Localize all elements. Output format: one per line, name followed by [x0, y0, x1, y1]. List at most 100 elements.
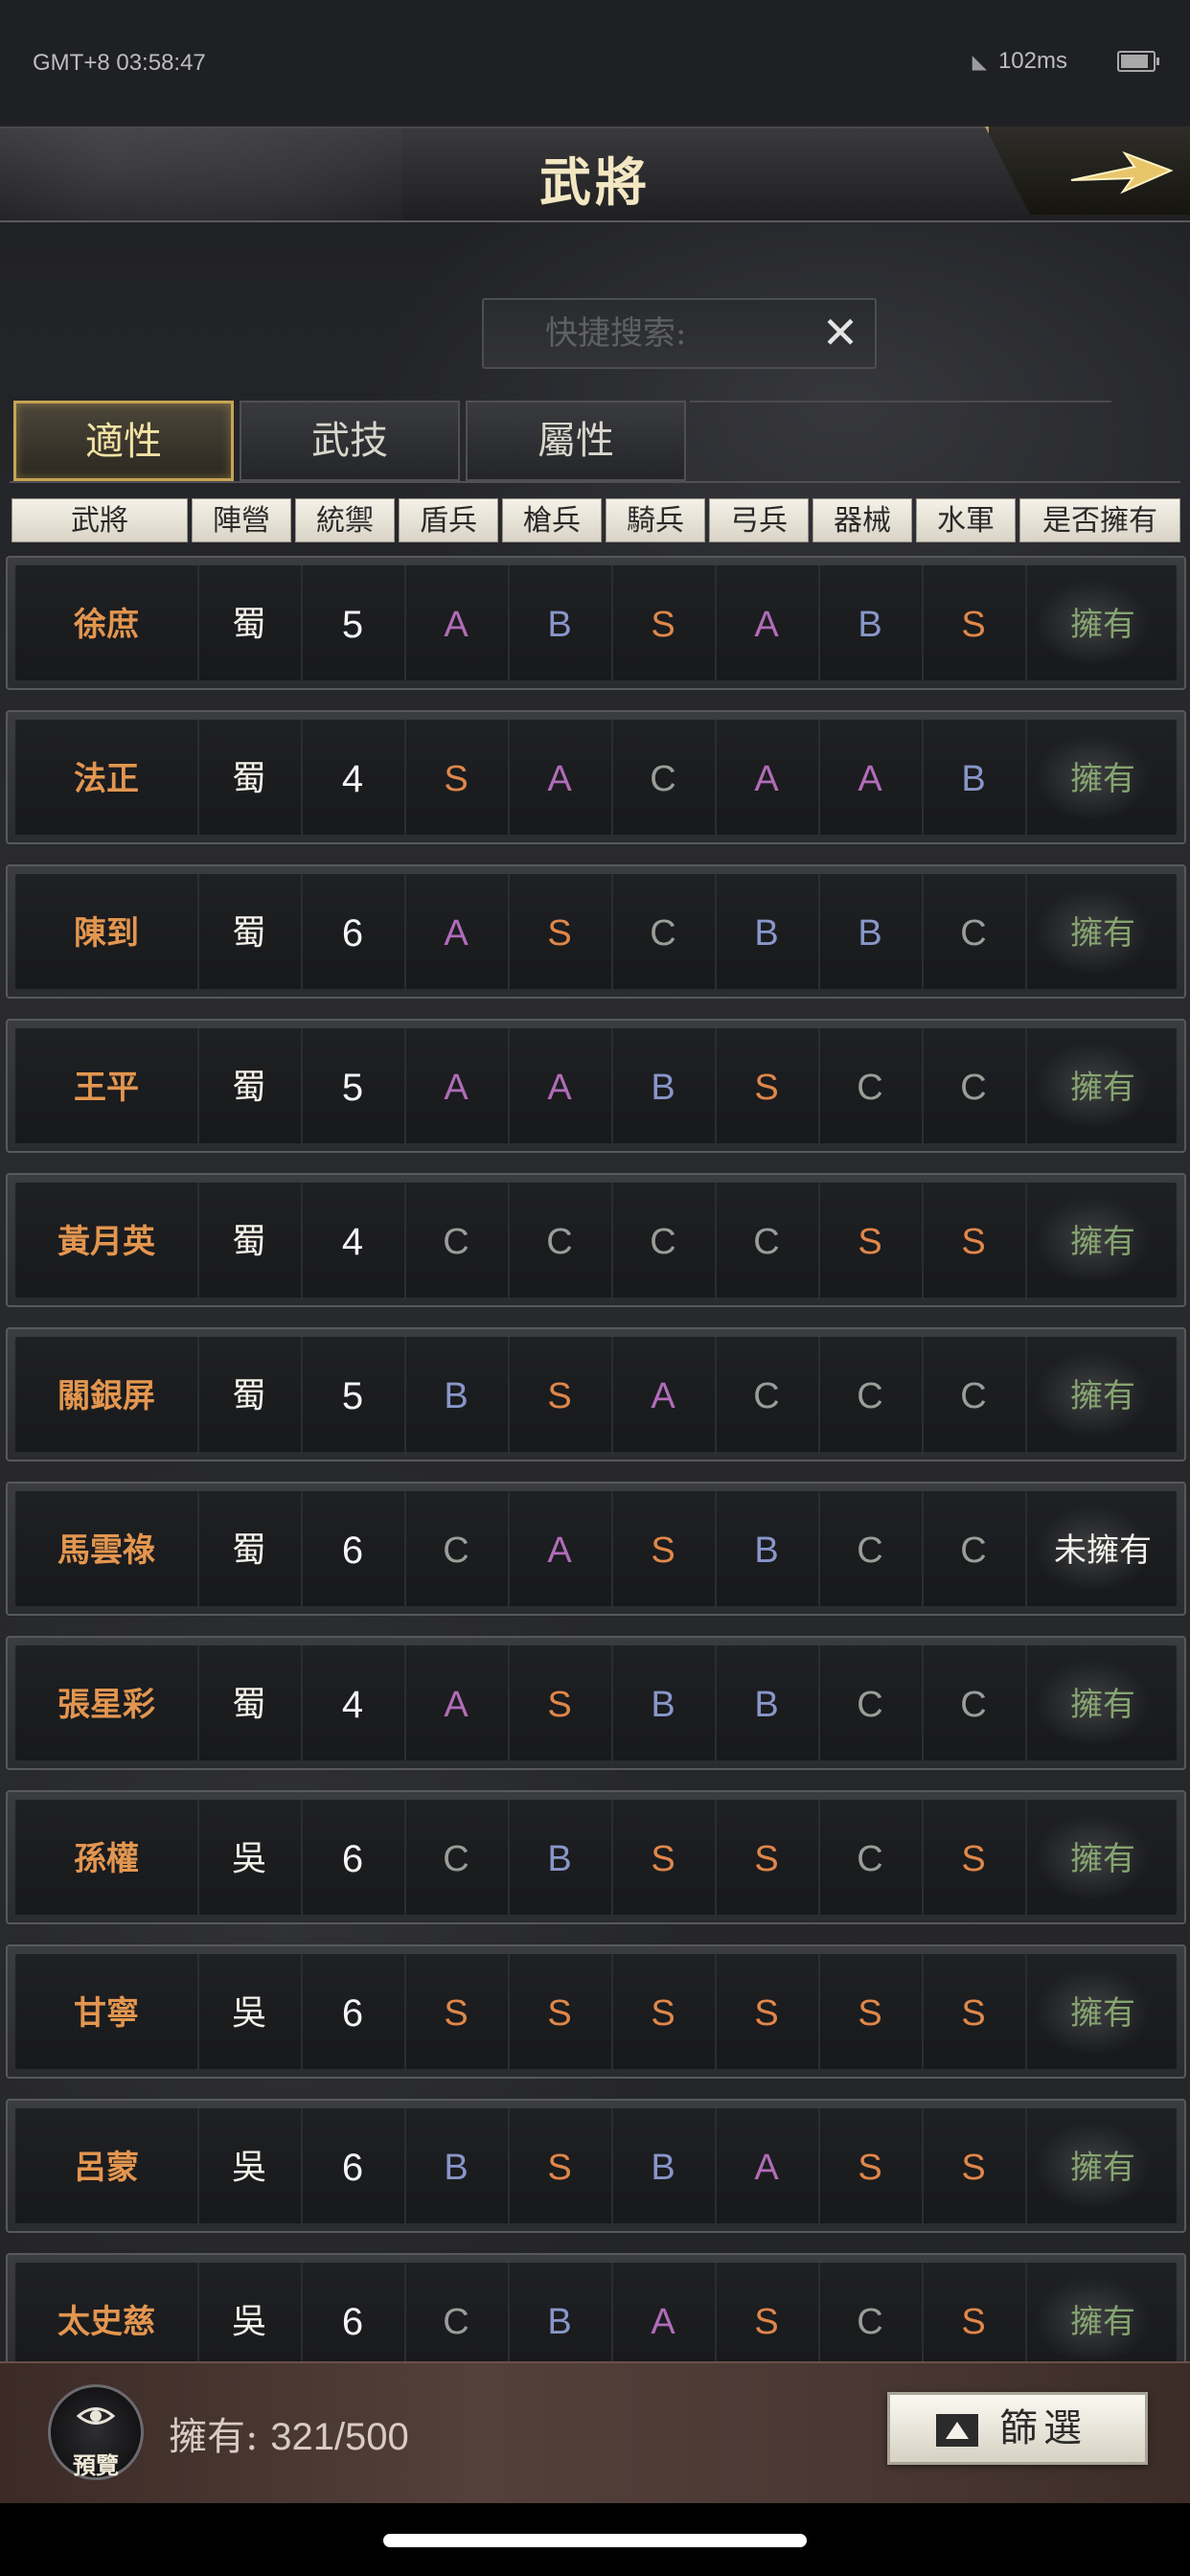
archer-grade: B — [715, 1491, 820, 1610]
general-name: 關銀屏 — [15, 1337, 199, 1456]
column-header[interactable]: 槍兵 — [502, 498, 602, 542]
general-name: 法正 — [15, 720, 199, 839]
owned-status: 擁有 — [1025, 1800, 1180, 1919]
column-header[interactable]: 水軍 — [916, 498, 1016, 542]
general-name: 陳到 — [15, 874, 199, 993]
row-body: 甘寧吳 6 S S S S S S 擁有 — [15, 1954, 1180, 2073]
battery-icon — [1117, 51, 1159, 72]
shield-grade: C — [404, 1491, 510, 1610]
archer-grade: C — [715, 1183, 820, 1301]
general-name: 徐庶 — [15, 565, 199, 684]
status-bar: GMT+8 03:58:47 ◣ 102ms — [0, 0, 1190, 125]
shield-grade: A — [404, 1645, 510, 1764]
command-cell: 6 — [301, 1954, 406, 2073]
navy-grade: S — [922, 2108, 1027, 2227]
close-icon[interactable]: ✕ — [817, 310, 863, 356]
column-header[interactable]: 武將 — [11, 498, 188, 542]
column-header[interactable]: 統禦 — [295, 498, 395, 542]
filter-label: 篩選 — [999, 2406, 1087, 2450]
table-row[interactable]: 馬雲祿蜀 6 C A S B C C 未擁有 — [6, 1482, 1186, 1616]
cavalry-grade: B — [611, 1028, 717, 1147]
shield-grade: A — [404, 1028, 510, 1147]
navy-grade: C — [922, 1028, 1027, 1147]
camp-cell: 吳 — [197, 1954, 303, 2073]
table-row[interactable]: 陳到蜀 6 A S C B B C 擁有 — [6, 864, 1186, 999]
general-name: 黃月英 — [15, 1183, 199, 1301]
navy-grade: S — [922, 565, 1027, 684]
table-row[interactable]: 徐庶蜀 5 A B S A B S 擁有 — [6, 556, 1186, 690]
column-header[interactable]: 陣營 — [192, 498, 291, 542]
siege-grade: S — [818, 1183, 924, 1301]
general-name: 甘寧 — [15, 1954, 199, 2073]
column-header[interactable]: 器械 — [812, 498, 912, 542]
shield-grade: S — [404, 720, 510, 839]
navy-grade: C — [922, 1491, 1027, 1610]
triangle-up-icon — [936, 2414, 978, 2447]
owned-status: 擁有 — [1025, 1954, 1180, 2073]
divider — [10, 481, 1180, 483]
command-cell: 6 — [301, 1800, 406, 1919]
search-box: ✕ — [482, 298, 877, 369]
table-row[interactable]: 張星彩蜀 4 A S B B C C 擁有 — [6, 1636, 1186, 1770]
siege-grade: C — [818, 1028, 924, 1147]
table-row[interactable]: 關銀屏蜀 5 B S A C C C 擁有 — [6, 1327, 1186, 1461]
command-cell: 5 — [301, 1028, 406, 1147]
camp-cell: 蜀 — [197, 1337, 303, 1456]
tab-skills[interactable]: 武技 — [240, 401, 460, 481]
spear-grade: A — [508, 1491, 613, 1610]
tab-attributes[interactable]: 屬性 — [466, 401, 686, 481]
column-header[interactable]: 是否擁有 — [1019, 498, 1180, 542]
owned-count-label: 擁有: — [169, 2415, 259, 2459]
owned-count-value: 321/500 — [270, 2416, 409, 2458]
home-indicator[interactable] — [383, 2534, 807, 2547]
table-row[interactable]: 孫權吳 6 C B S S C S 擁有 — [6, 1790, 1186, 1924]
siege-grade: C — [818, 1645, 924, 1764]
column-header[interactable]: 騎兵 — [606, 498, 705, 542]
shield-grade: B — [404, 1337, 510, 1456]
spear-grade: S — [508, 1645, 613, 1764]
tab-bar: 適性 武技 屬性 — [10, 401, 1190, 483]
row-body: 張星彩蜀 4 A S B B C C 擁有 — [15, 1645, 1180, 1764]
command-cell: 6 — [301, 874, 406, 993]
cavalry-grade: B — [611, 1645, 717, 1764]
table-row[interactable]: 王平蜀 5 A A B S C C 擁有 — [6, 1019, 1186, 1153]
table-row[interactable]: 黃月英蜀 4 C C C C S S 擁有 — [6, 1173, 1186, 1307]
camp-cell: 吳 — [197, 2108, 303, 2227]
command-cell: 4 — [301, 1645, 406, 1764]
archer-grade: A — [715, 2108, 820, 2227]
cavalry-grade: C — [611, 874, 717, 993]
filter-button[interactable]: 篩選 — [887, 2392, 1148, 2465]
table-row[interactable]: 甘寧吳 6 S S S S S S 擁有 — [6, 1944, 1186, 2079]
search-input[interactable] — [484, 300, 810, 367]
eye-icon — [77, 2407, 115, 2425]
archer-grade: B — [715, 1645, 820, 1764]
column-header[interactable]: 盾兵 — [399, 498, 498, 542]
status-indicators: ◣ 102ms — [973, 48, 1159, 75]
siege-grade: A — [818, 720, 924, 839]
camp-cell: 蜀 — [197, 1491, 303, 1610]
navy-grade: C — [922, 874, 1027, 993]
navy-grade: S — [922, 1954, 1027, 2073]
row-body: 呂蒙吳 6 B S B A S S 擁有 — [15, 2108, 1180, 2227]
spear-grade: B — [508, 1800, 613, 1919]
owned-status: 擁有 — [1025, 1337, 1180, 1456]
camp-cell: 蜀 — [197, 874, 303, 993]
shield-grade: A — [404, 874, 510, 993]
spear-grade: S — [508, 874, 613, 993]
camp-cell: 蜀 — [197, 1028, 303, 1147]
siege-grade: C — [818, 1491, 924, 1610]
table-row[interactable]: 法正蜀 4 S A C A A B 擁有 — [6, 710, 1186, 844]
archer-grade: A — [715, 720, 820, 839]
shield-grade: C — [404, 1800, 510, 1919]
siege-grade: B — [818, 565, 924, 684]
owned-status: 未擁有 — [1025, 1491, 1180, 1610]
command-cell: 4 — [301, 1183, 406, 1301]
shield-grade: S — [404, 1954, 510, 2073]
column-header[interactable]: 弓兵 — [709, 498, 809, 542]
table-row[interactable]: 呂蒙吳 6 B S B A S S 擁有 — [6, 2099, 1186, 2233]
tab-aptitude[interactable]: 適性 — [13, 401, 234, 481]
arrow-right-icon — [1070, 150, 1173, 195]
navy-grade: C — [922, 1337, 1027, 1456]
camp-cell: 蜀 — [197, 1183, 303, 1301]
navy-grade: B — [922, 720, 1027, 839]
